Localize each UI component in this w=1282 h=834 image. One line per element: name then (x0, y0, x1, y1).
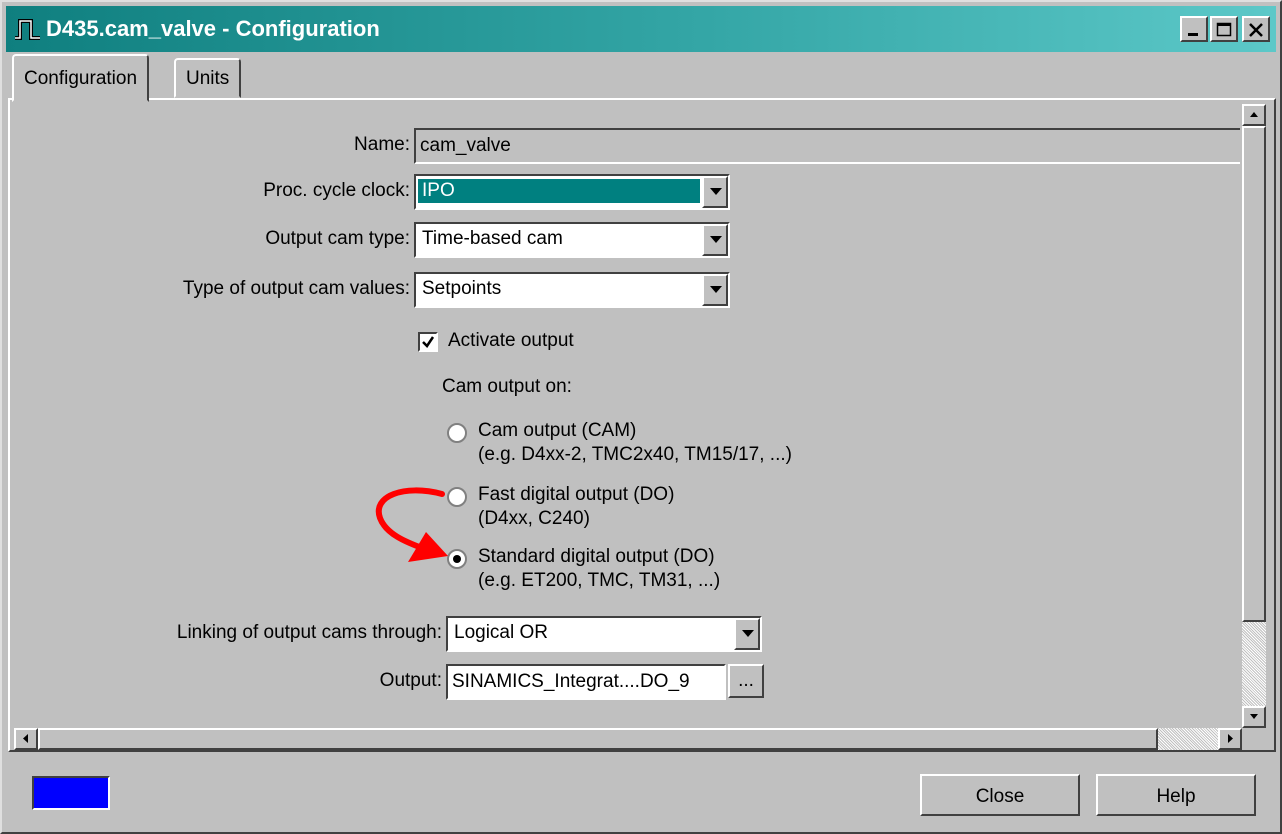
scroll-down-button[interactable] (1242, 706, 1266, 728)
linking-dropdown-button[interactable] (734, 618, 760, 650)
name-value: cam_valve (420, 135, 511, 156)
arrow-up-icon (1250, 112, 1258, 117)
cam-output-on-label: Cam output on: (442, 376, 572, 397)
cam-type-dropdown-button[interactable] (702, 224, 728, 256)
horizontal-scrollbar[interactable] (14, 728, 1242, 750)
radio-cam-output-label: Cam output (CAM) (478, 420, 637, 441)
linking-label: Linking of output cams through: (176, 622, 442, 643)
radio-cam-output[interactable] (446, 422, 468, 444)
arrow-left-icon (23, 734, 28, 743)
cycle-clock-label: Proc. cycle clock: (263, 180, 410, 201)
maximize-button[interactable] (1210, 16, 1238, 42)
red-arrow-annotation (375, 487, 448, 562)
status-color-indicator (32, 776, 110, 810)
browse-output-button[interactable]: ... (728, 664, 764, 698)
radio-fast-digital-output-label: Fast digital output (DO) (478, 484, 675, 505)
maximize-icon (1216, 22, 1232, 37)
pulse-icon (15, 19, 40, 40)
cam-values-dropdown-button[interactable] (702, 274, 728, 306)
help-button[interactable]: Help (1096, 774, 1256, 816)
vertical-scroll-thumb[interactable] (1242, 126, 1266, 622)
tab-units[interactable]: Units (174, 58, 242, 98)
tab-configuration[interactable]: Configuration (12, 54, 150, 102)
scroll-right-button[interactable] (1218, 728, 1242, 750)
radio-cam-output-hint: (e.g. D4xx-2, TMC2x40, TM15/17, ...) (478, 444, 792, 465)
minimize-icon (1188, 33, 1198, 36)
cycle-clock-dropdown-button[interactable] (702, 176, 728, 208)
radio-standard-digital-output-hint: (e.g. ET200, TMC, TM31, ...) (478, 570, 721, 591)
linking-value: Logical OR (454, 622, 548, 643)
title-bar[interactable]: D435.cam_valve - Configuration (6, 6, 1276, 52)
name-label: Name: (354, 134, 410, 155)
configuration-window: D435.cam_valve - Configuration Configura… (0, 0, 1282, 834)
chevron-down-icon (742, 630, 754, 637)
linking-select[interactable]: Logical OR (446, 616, 762, 652)
close-button[interactable]: Close (920, 774, 1080, 816)
cam-values-label: Type of output cam values: (182, 278, 410, 299)
arrow-right-icon (1228, 734, 1233, 743)
help-button-label: Help (1156, 786, 1196, 807)
chevron-down-icon (710, 188, 722, 195)
cam-type-label: Output cam type: (265, 228, 410, 249)
close-button-label: Close (975, 786, 1025, 807)
activate-output-label: Activate output (448, 330, 574, 351)
chevron-down-icon (710, 286, 722, 293)
arrow-down-icon (1250, 714, 1258, 719)
vertical-scrollbar[interactable] (1242, 104, 1266, 728)
radio-fast-digital-output-hint: (D4xx, C240) (478, 508, 590, 529)
window-title: D435.cam_valve - Configuration (46, 16, 380, 41)
cam-type-value: Time-based cam (422, 228, 563, 249)
activate-output-checkbox[interactable] (418, 332, 438, 352)
output-label: Output: (379, 670, 442, 691)
scroll-left-button[interactable] (14, 728, 38, 750)
cycle-clock-select[interactable]: IPO (414, 174, 730, 210)
close-window-button[interactable] (1242, 16, 1270, 42)
radio-standard-digital-output-label: Standard digital output (DO) (478, 546, 715, 567)
configuration-panel: Name: cam_valve Proc. cycle clock: IPO O… (8, 98, 1276, 752)
cam-type-select[interactable]: Time-based cam (414, 222, 730, 258)
chevron-down-icon (710, 236, 722, 243)
tab-units-label: Units (186, 68, 230, 89)
minimize-button[interactable] (1180, 16, 1208, 42)
cam-values-value: Setpoints (422, 278, 502, 299)
form-content: Name: cam_valve Proc. cycle clock: IPO O… (14, 104, 1240, 728)
horizontal-scroll-thumb[interactable] (38, 728, 1158, 750)
cam-values-select[interactable]: Setpoints (414, 272, 730, 308)
scroll-up-button[interactable] (1242, 104, 1266, 126)
tab-configuration-label: Configuration (24, 68, 138, 89)
checkmark-icon (422, 336, 435, 348)
name-field[interactable]: cam_valve (414, 128, 1240, 164)
close-icon (1249, 23, 1263, 37)
browse-output-label: ... (738, 670, 754, 691)
output-field[interactable]: SINAMICS_Integrat....DO_9 (446, 664, 726, 700)
output-value: SINAMICS_Integrat....DO_9 (452, 671, 690, 692)
cycle-clock-value: IPO (417, 178, 701, 204)
